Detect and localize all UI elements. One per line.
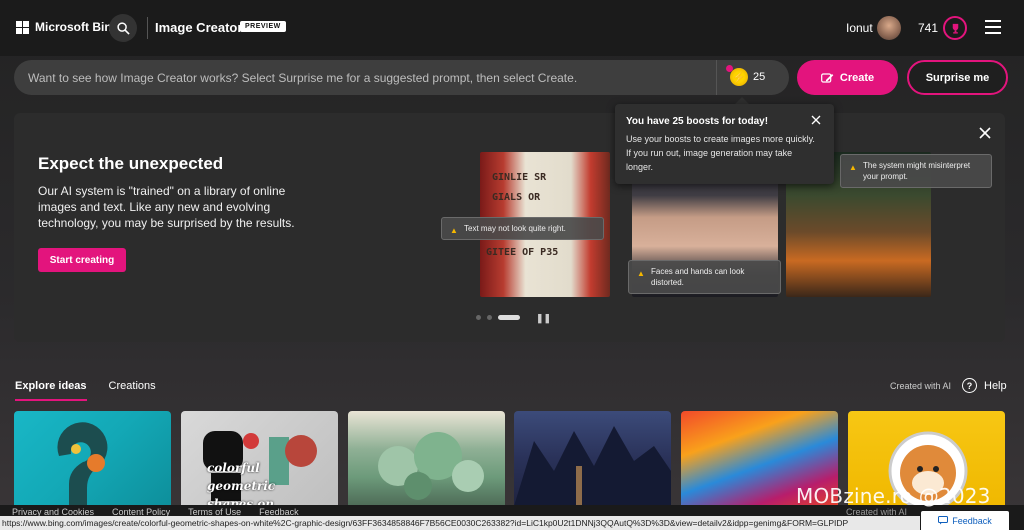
create-icon	[820, 72, 834, 83]
created-with-ai-label: Created with AI	[890, 381, 952, 391]
succulent-art	[378, 432, 484, 500]
tab-creations[interactable]: Creations	[109, 380, 156, 401]
watermark: MOBzine.ro @2023	[796, 484, 991, 508]
warning-icon: ▲	[637, 269, 645, 278]
intro-banner: Expect the unexpected Our AI system is "…	[14, 113, 1005, 342]
fantasy-city-art	[514, 426, 671, 506]
avatar[interactable]	[877, 16, 901, 40]
brand-label: Microsoft Bing	[35, 20, 119, 34]
tip-text: The system might misinterpret your promp…	[863, 161, 971, 181]
carousel-dot[interactable]	[487, 315, 492, 320]
boosts-popup: You have 25 boosts for today! Use your b…	[615, 104, 834, 184]
surprise-me-button[interactable]: Surprise me	[907, 60, 1008, 95]
header-divider	[147, 17, 148, 39]
carousel-dot[interactable]	[476, 315, 481, 320]
help-link[interactable]: Help	[984, 380, 1007, 392]
gallery-tabs: Explore ideas Creations	[15, 380, 156, 401]
banner-title: Expect the unexpected	[38, 154, 224, 173]
pump-text-line: GINLIE SR	[492, 172, 547, 183]
start-creating-button[interactable]: Start creating	[38, 248, 126, 272]
tip-text: Faces and hands can look distorted.	[651, 267, 745, 287]
carousel-dots	[476, 315, 520, 320]
tip-text: Text may not look quite right.	[464, 224, 566, 233]
prompt-input[interactable]	[28, 68, 708, 88]
create-label: Create	[839, 71, 875, 84]
gallery-card[interactable]	[348, 411, 505, 506]
prompt-bar: ⚡ 25	[14, 60, 789, 95]
gallery-card[interactable]: colorful geometric shapes on white.	[181, 411, 338, 506]
gallery-card[interactable]	[514, 411, 671, 506]
preview-badge: PREVIEW	[240, 21, 286, 32]
search-button[interactable]	[109, 14, 137, 42]
tab-explore-ideas[interactable]: Explore ideas	[15, 380, 87, 401]
pump-text-line: GITEE OF P35	[486, 247, 559, 258]
question-mark-art	[57, 422, 108, 506]
faces-warning-tip: ▲ Faces and hands can look distorted.	[628, 260, 781, 294]
top-header: Microsoft Bing Image Creator PREVIEW Ion…	[0, 0, 1024, 56]
rewards-points[interactable]: 741	[918, 21, 938, 35]
prompt-divider	[716, 60, 717, 95]
hamburger-menu-icon[interactable]	[985, 20, 1001, 34]
trophy-icon	[952, 23, 958, 34]
gallery-card[interactable]	[14, 411, 171, 506]
close-icon[interactable]	[811, 115, 821, 125]
popup-title: You have 25 boosts for today!	[626, 116, 769, 127]
search-icon	[116, 21, 130, 35]
rewards-trophy-icon[interactable]	[943, 16, 967, 40]
text-warning-tip: ▲ Text may not look quite right.	[441, 217, 604, 240]
status-bar-url: https://www.bing.com/images/create/color…	[0, 516, 920, 530]
feedback-icon	[938, 516, 949, 525]
pump-text-line: GIALS OR	[492, 192, 541, 203]
close-icon[interactable]	[978, 126, 992, 140]
microsoft-logo-icon	[16, 20, 29, 34]
prompt-warning-tip: ▲ The system might misinterpret your pro…	[840, 154, 992, 188]
pause-icon[interactable]: ❚❚	[536, 313, 551, 324]
feedback-label: Feedback	[952, 515, 992, 526]
carousel-dot-active[interactable]	[498, 315, 520, 320]
warning-icon: ▲	[450, 226, 458, 235]
create-button[interactable]: Create	[797, 60, 898, 95]
feedback-button[interactable]: Feedback	[921, 511, 1009, 530]
product-title[interactable]: Image Creator	[155, 20, 242, 35]
popup-text: Use your boosts to create images more qu…	[626, 134, 815, 172]
card-caption: colorful geometric shapes on white.	[207, 461, 276, 506]
boost-icon[interactable]: ⚡	[730, 68, 748, 86]
banner-description: Our AI system is "trained" on a library …	[38, 184, 295, 230]
user-name[interactable]: Ionut	[846, 21, 873, 35]
bing-logo[interactable]: Microsoft Bing	[16, 20, 119, 34]
warning-icon: ▲	[849, 163, 857, 172]
help-icon[interactable]: ?	[962, 378, 977, 393]
boost-count: 25	[753, 71, 766, 83]
